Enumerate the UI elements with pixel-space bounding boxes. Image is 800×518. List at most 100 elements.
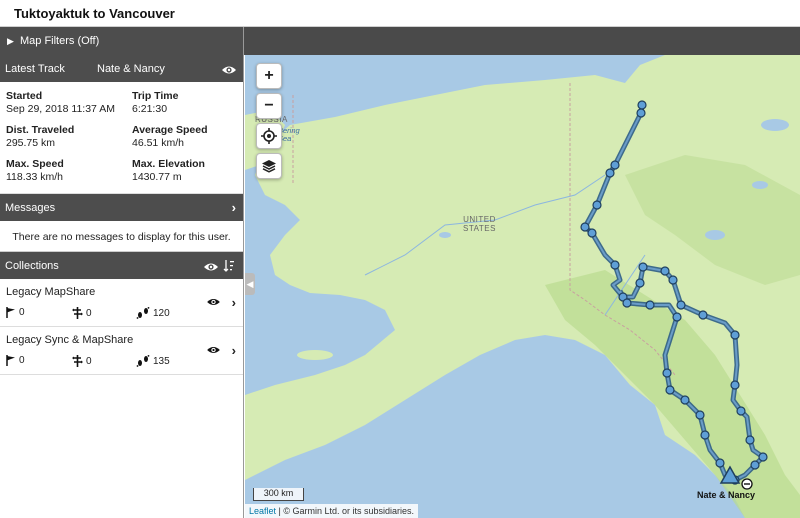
stat-average-speed: Average Speed 46.51 km/h xyxy=(132,124,242,150)
zoom-out-button[interactable]: − xyxy=(256,93,282,119)
stat-label: Dist. Traveled xyxy=(6,124,75,136)
eye-icon[interactable] xyxy=(206,297,221,307)
track-point[interactable] xyxy=(610,160,620,170)
track-point[interactable] xyxy=(636,108,646,118)
track-point[interactable] xyxy=(622,298,632,308)
route-count: 0 xyxy=(72,355,92,367)
track-point[interactable] xyxy=(730,330,740,340)
page-title: Tuktoyaktuk to Vancouver xyxy=(0,0,800,27)
stat-max-speed: Max. Speed 118.33 km/h xyxy=(6,158,132,184)
latest-track-user: Nate & Nancy xyxy=(97,63,165,75)
messages-header[interactable]: Messages › xyxy=(0,194,243,221)
track-point[interactable] xyxy=(580,222,590,232)
track-point[interactable] xyxy=(638,262,648,272)
eye-icon[interactable] xyxy=(206,345,221,355)
track-point[interactable] xyxy=(587,228,597,238)
waypoint-count: 0 xyxy=(6,307,25,318)
attribution-text: | © Garmin Ltd. or its subsidiaries. xyxy=(276,506,415,516)
stat-label: Trip Time xyxy=(132,90,179,102)
track-point[interactable] xyxy=(662,368,672,378)
scale-bar: 300 km xyxy=(253,488,304,501)
track-point[interactable] xyxy=(637,100,647,110)
layers-icon xyxy=(262,160,276,173)
collection-counts: 0 0 135 xyxy=(6,355,243,369)
stat-value: 118.33 km/h xyxy=(6,171,64,183)
stat-value: 1430.77 m xyxy=(132,171,182,183)
stat-max-elevation: Max. Elevation 1430.77 m xyxy=(132,158,242,184)
stat-label: Max. Elevation xyxy=(132,158,205,170)
track-point[interactable] xyxy=(698,310,708,320)
track-point[interactable] xyxy=(635,278,645,288)
track-point[interactable] xyxy=(695,410,705,420)
map-label-united-states: UNITED STATES xyxy=(463,215,496,233)
leaflet-link[interactable]: Leaflet xyxy=(249,506,276,516)
track-point[interactable] xyxy=(665,385,675,395)
stat-distance: Dist. Traveled 295.75 km xyxy=(6,124,132,150)
route-icon xyxy=(72,307,83,319)
map-canvas[interactable]: RUSSIA Bering Sea UNITED STATES + − Nate… xyxy=(245,55,800,518)
latest-track-header[interactable]: Latest Track Nate & Nancy xyxy=(0,55,243,82)
stat-value: 6:21:30 xyxy=(132,103,168,115)
chevron-right-icon[interactable]: › xyxy=(232,200,236,215)
track-point[interactable] xyxy=(730,380,740,390)
footprints-icon xyxy=(136,355,150,367)
map-toolbar xyxy=(244,27,800,55)
eye-icon[interactable] xyxy=(221,63,237,77)
track-point[interactable] xyxy=(660,266,670,276)
collections-title: Collections xyxy=(5,260,59,272)
track-point[interactable] xyxy=(750,460,760,470)
locate-button[interactable] xyxy=(256,123,282,149)
track-count: 135 xyxy=(136,355,170,367)
flag-icon xyxy=(6,307,15,318)
route-count-value: 0 xyxy=(86,307,92,319)
waypoint-count-value: 0 xyxy=(19,355,25,366)
track-point[interactable] xyxy=(736,406,746,416)
map-label-bering-sea: Bering Sea xyxy=(278,126,300,143)
track-point[interactable] xyxy=(758,452,768,462)
track-count: 120 xyxy=(136,307,170,319)
track-layer[interactable] xyxy=(245,55,800,518)
minus-marker-bar xyxy=(744,483,750,485)
chevron-right-icon[interactable]: › xyxy=(232,295,236,310)
stat-started: Started Sep 29, 2018 11:37 AM xyxy=(6,90,132,116)
track-point[interactable] xyxy=(745,435,755,445)
latest-track-title: Latest Track xyxy=(5,63,65,75)
flag-icon xyxy=(6,355,15,366)
waypoint-count-value: 0 xyxy=(19,307,25,318)
track-point[interactable] xyxy=(700,430,710,440)
track-path xyxy=(582,104,766,483)
track-point[interactable] xyxy=(605,168,615,178)
track-point[interactable] xyxy=(668,275,678,285)
stat-label: Max. Speed xyxy=(6,158,64,170)
track-path-inner xyxy=(584,104,764,481)
map-filters-toggle[interactable]: ▶ Map Filters (Off) xyxy=(0,27,243,55)
collection-item[interactable]: Legacy MapShare 0 0 120 › xyxy=(0,279,243,327)
track-point[interactable] xyxy=(592,200,602,210)
route-count-value: 0 xyxy=(86,355,92,367)
chevron-right-icon[interactable]: › xyxy=(232,343,236,358)
collection-counts: 0 0 120 xyxy=(6,307,243,321)
footprints-icon xyxy=(136,307,150,319)
track-count-value: 120 xyxy=(153,307,170,319)
sort-icon[interactable] xyxy=(221,259,237,273)
track-marker-label: Nate & Nancy xyxy=(697,490,756,500)
collections-header[interactable]: Collections xyxy=(0,252,243,279)
layers-button[interactable] xyxy=(256,153,282,179)
track-point[interactable] xyxy=(645,300,655,310)
stat-label: Average Speed xyxy=(132,124,208,136)
map-filters-label: Map Filters (Off) xyxy=(19,35,100,47)
stat-value: 46.51 km/h xyxy=(132,137,184,149)
track-point[interactable] xyxy=(715,458,725,468)
eye-icon[interactable] xyxy=(203,260,219,274)
zoom-in-button[interactable]: + xyxy=(256,63,282,89)
track-point[interactable] xyxy=(680,395,690,405)
locate-icon xyxy=(261,128,277,144)
collection-item[interactable]: Legacy Sync & MapShare 0 0 135 › xyxy=(0,327,243,375)
attribution: Leaflet | © Garmin Ltd. or its subsidiar… xyxy=(245,504,419,518)
route-count: 0 xyxy=(72,307,92,319)
track-point[interactable] xyxy=(676,300,686,310)
track-point[interactable] xyxy=(610,260,620,270)
stat-value: 295.75 km xyxy=(6,137,56,149)
sidebar-collapse-button[interactable]: ◀ xyxy=(245,273,255,295)
track-point[interactable] xyxy=(672,312,682,322)
